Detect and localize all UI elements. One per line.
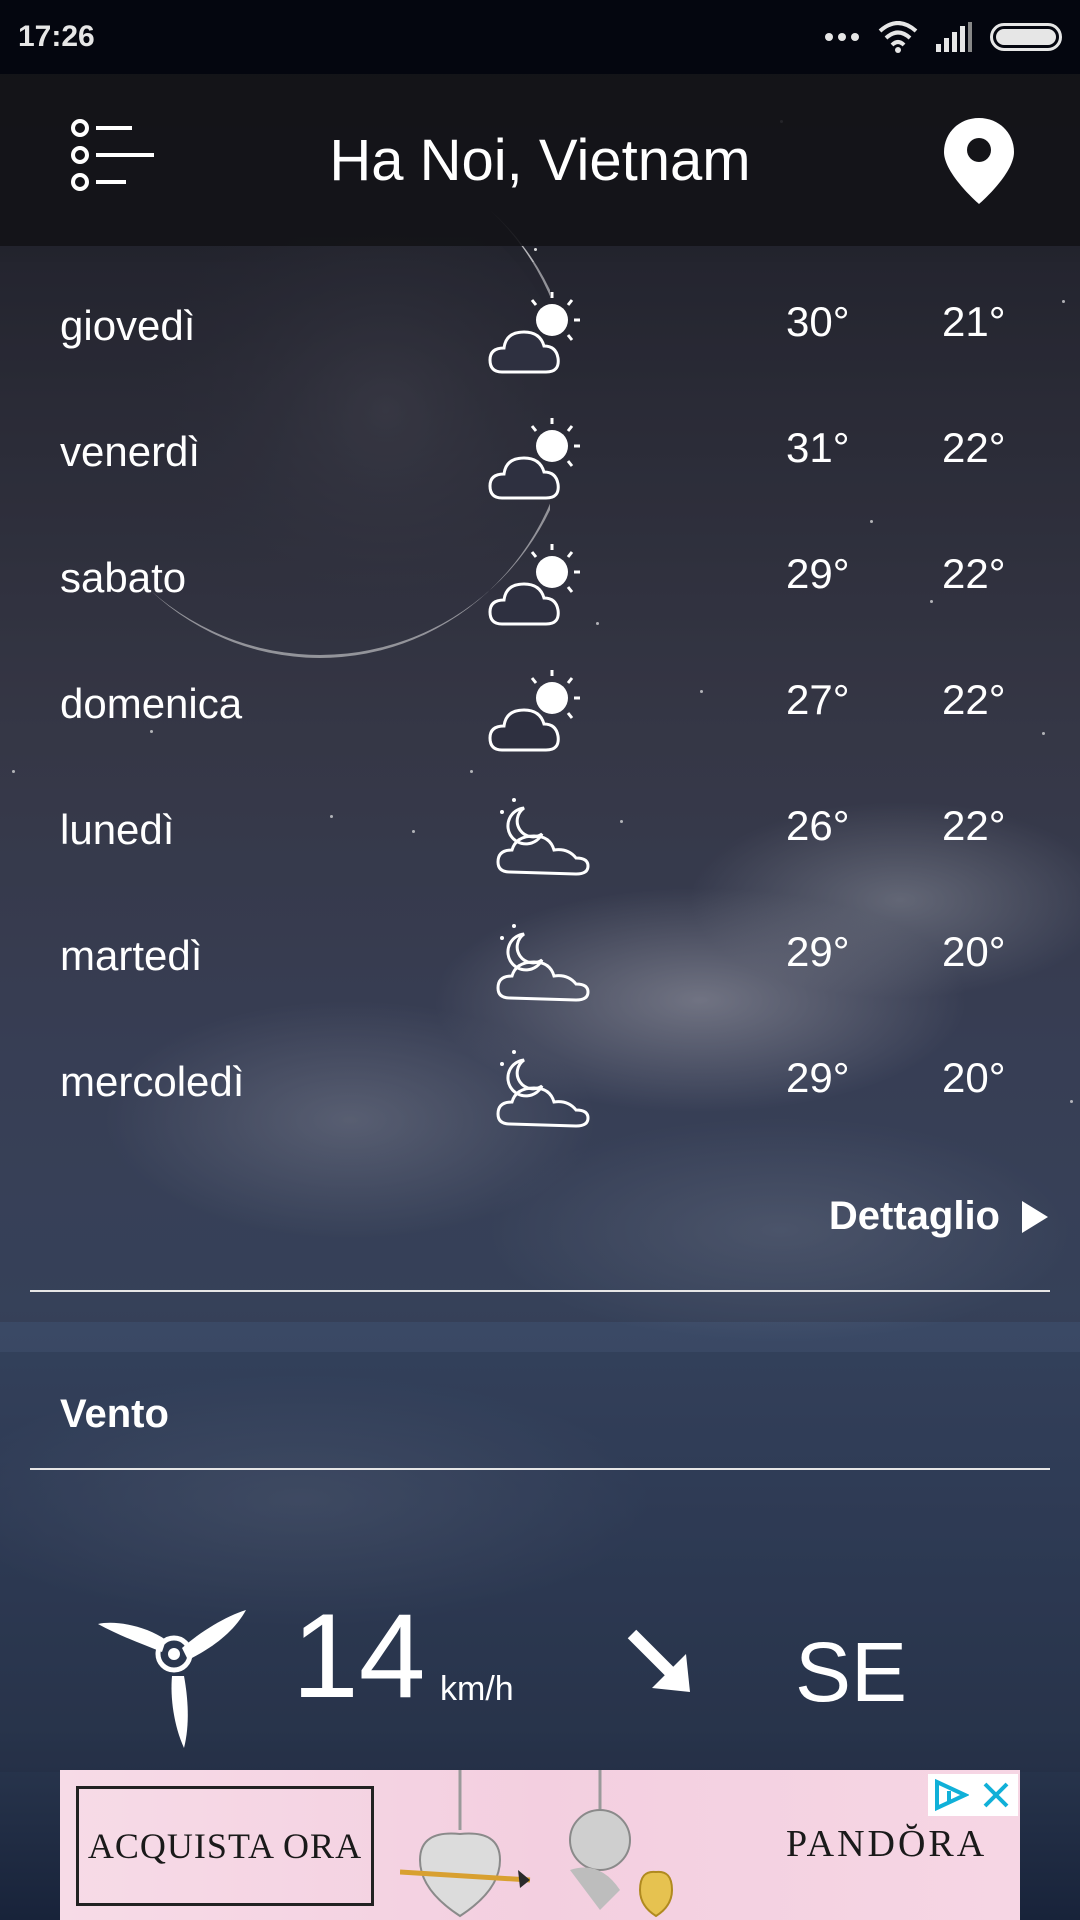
wind-direction-arrow-icon (627, 1629, 690, 1692)
night-cloudy-icon (496, 798, 590, 876)
forecast-day: sabato (60, 554, 187, 601)
ad-cta-button[interactable]: ACQUISTA ORA (76, 1786, 374, 1906)
section-divider (30, 1468, 1050, 1470)
forecast-day: lunedì (60, 806, 175, 853)
partly-sunny-icon (488, 544, 580, 626)
wifi-icon (878, 21, 918, 53)
status-icons (824, 21, 1062, 53)
battery-icon (990, 23, 1062, 51)
signal-icon (936, 22, 972, 52)
forecast-low: 20° (942, 1054, 1006, 1101)
detail-button[interactable]: Dettaglio (829, 1194, 1050, 1239)
more-dots-icon (825, 33, 859, 41)
ad-charm-image (400, 1770, 674, 1918)
forecast-row[interactable]: venerdì 31° 22° (0, 388, 1080, 514)
location-pin-icon[interactable] (942, 116, 1016, 206)
forecast-day: mercoledì (60, 1058, 245, 1105)
forecast-row[interactable]: lunedì 26° 22° (0, 766, 1080, 892)
wind-title: Vento (60, 1392, 169, 1436)
wind-speed-value: 14 (292, 1589, 426, 1723)
status-time: 17:26 (18, 20, 95, 53)
wind-section: Vento 14 km/h SE (0, 1352, 1080, 1772)
forecast-high: 31° (786, 424, 850, 471)
wind-speed-unit: km/h (440, 1670, 514, 1708)
forecast-low: 22° (942, 424, 1006, 471)
forecast-day: domenica (60, 680, 243, 727)
night-cloudy-icon (496, 1050, 590, 1128)
partly-sunny-icon (488, 292, 580, 374)
ad-close-icon[interactable] (974, 1774, 1018, 1816)
forecast-high: 30° (786, 298, 850, 345)
forecast-low: 20° (942, 928, 1006, 975)
forecast-high: 29° (786, 1054, 850, 1101)
detail-label: Dettaglio (828, 1194, 1000, 1238)
forecast-low: 22° (942, 802, 1006, 849)
partly-sunny-icon (488, 418, 580, 500)
forecast-low: 22° (942, 550, 1006, 597)
section-divider (30, 1290, 1050, 1292)
ad-brand-logo: PANDŎRA (786, 1823, 988, 1865)
forecast-high: 27° (786, 676, 850, 723)
forecast-day: giovedì (60, 302, 196, 349)
forecast-high: 26° (786, 802, 850, 849)
partly-sunny-icon (488, 670, 580, 752)
forecast-row[interactable]: domenica 27° 22° (0, 640, 1080, 766)
forecast-high: 29° (786, 550, 850, 597)
forecast-panel: giovedì 30° 21° venerdì 31° 22° sabato 2… (0, 262, 1080, 1322)
night-cloudy-icon (496, 924, 590, 1002)
play-arrow-icon (1022, 1200, 1048, 1233)
forecast-low: 21° (942, 298, 1006, 345)
app-header: Ha Noi, Vietnam (0, 74, 1080, 246)
forecast-day: martedì (60, 932, 203, 979)
wind-turbine-icon (98, 1610, 246, 1748)
forecast-high: 29° (786, 928, 850, 975)
location-title: Ha Noi, Vietnam (329, 127, 751, 193)
forecast-low: 22° (942, 676, 1006, 723)
forecast-row[interactable]: sabato 29° 22° (0, 514, 1080, 640)
ad-banner[interactable]: ACQUISTA ORA PANDŎRA (60, 1770, 1020, 1920)
wind-direction-value: SE (795, 1625, 908, 1719)
ad-choices-icon[interactable] (928, 1774, 974, 1816)
forecast-row[interactable]: giovedì 30° 21° (0, 262, 1080, 388)
forecast-day: venerdì (60, 428, 201, 475)
status-bar: 17:26 (0, 0, 1080, 74)
list-menu-icon[interactable] (70, 118, 160, 198)
forecast-row[interactable]: martedì 29° 20° (0, 892, 1080, 1018)
forecast-row[interactable]: mercoledì 29° 20° (0, 1018, 1080, 1144)
